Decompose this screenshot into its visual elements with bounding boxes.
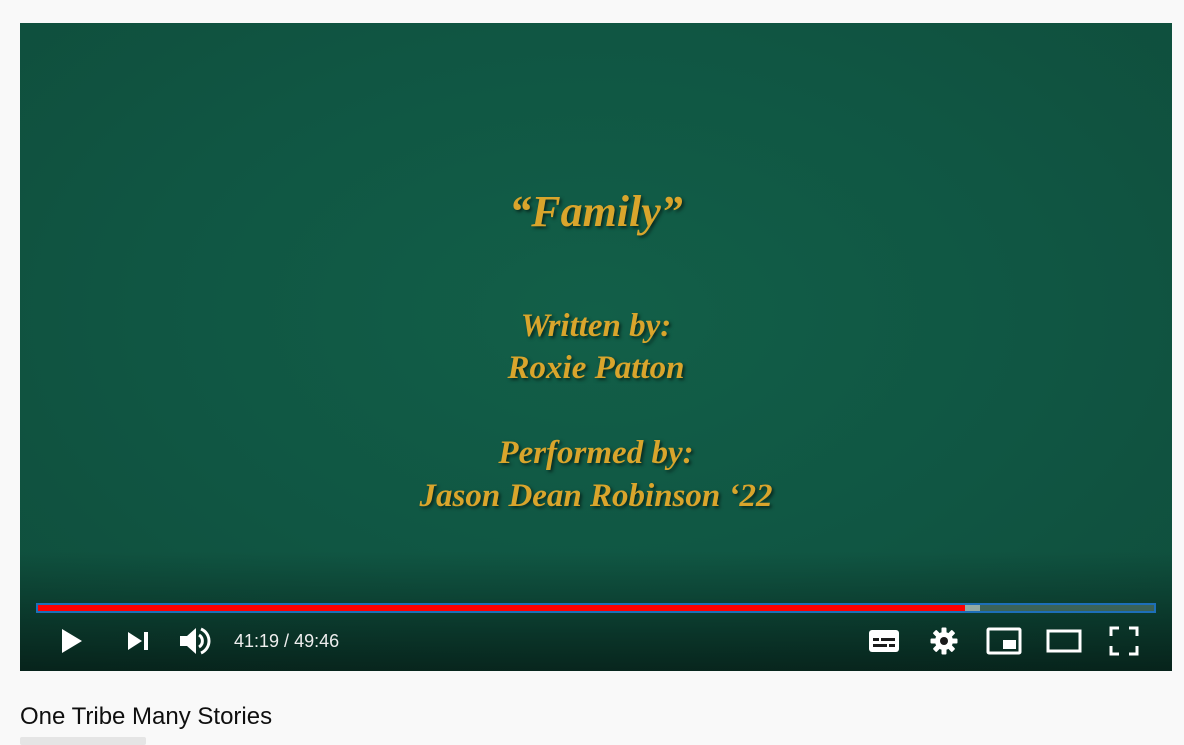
settings-button[interactable]: [922, 619, 966, 663]
current-time: 41:19: [234, 631, 280, 651]
performer-name: Jason Dean Robinson ‘22: [419, 478, 773, 514]
song-title: “Family”: [509, 187, 683, 236]
duration: 49:46: [294, 631, 340, 651]
time-separator: /: [279, 631, 295, 651]
volume-button[interactable]: [173, 619, 217, 663]
fullscreen-button[interactable]: [1102, 619, 1146, 663]
progress-played: [38, 605, 965, 611]
fullscreen-icon: [1109, 626, 1139, 656]
video-player[interactable]: “Family” Written by: Roxie Patton Perfor…: [20, 23, 1172, 671]
next-button[interactable]: [116, 619, 160, 663]
theater-mode-button[interactable]: [1042, 619, 1086, 663]
theater-mode-icon: [1046, 629, 1082, 653]
subtitles-button[interactable]: [862, 619, 906, 663]
miniplayer-button[interactable]: [982, 619, 1026, 663]
miniplayer-icon: [986, 627, 1022, 655]
volume-icon: [180, 627, 211, 655]
play-button[interactable]: [50, 619, 94, 663]
loading-placeholder: [20, 737, 146, 745]
time-display: 41:19 / 49:46: [234, 619, 339, 663]
written-by-label: Written by:: [520, 308, 672, 344]
gear-icon: [930, 627, 958, 655]
progress-bar[interactable]: [36, 603, 1156, 613]
performed-by-label: Performed by:: [498, 435, 694, 471]
next-icon: [128, 632, 148, 650]
writer-name: Roxie Patton: [507, 350, 685, 386]
subtitles-icon: [869, 630, 899, 652]
channel-title[interactable]: One Tribe Many Stories: [20, 703, 272, 731]
play-icon: [62, 629, 82, 653]
player-controls: 41:19 / 49:46: [20, 619, 1172, 663]
